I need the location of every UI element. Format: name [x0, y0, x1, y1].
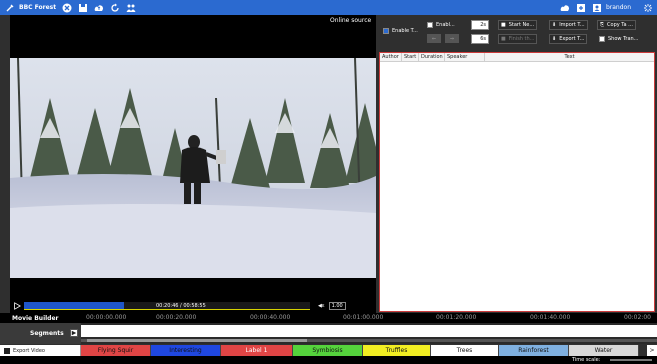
time-tick: 00:02:00: [624, 314, 651, 321]
label-tag[interactable]: Water: [569, 345, 639, 356]
column-start[interactable]: Start: [402, 53, 419, 61]
label-tag[interactable]: Label 1: [221, 345, 293, 356]
playback-rate[interactable]: 1.00: [328, 302, 346, 310]
people-icon[interactable]: [126, 3, 136, 13]
copy-button[interactable]: ⎘ Copy Ta ...: [597, 20, 636, 30]
refresh-icon[interactable]: [110, 3, 120, 13]
cloud-upload-icon[interactable]: [94, 3, 104, 13]
save-icon[interactable]: [78, 3, 88, 13]
transcript-panel: Enable T... Enabl... 2s ⇐ ⇒ 6s ■ Start N…: [377, 15, 657, 313]
play-icon: [14, 302, 21, 310]
time-tick: 00:00:00.000: [86, 314, 127, 321]
brand: BBC Forest: [5, 3, 56, 13]
label-tag[interactable]: Flying Squir: [81, 345, 151, 356]
finish-button[interactable]: ■ Finish th...: [498, 34, 538, 44]
label-tag[interactable]: Trees: [431, 345, 499, 356]
timeline-scrollbar[interactable]: [81, 339, 657, 342]
tool-icon[interactable]: [5, 3, 15, 13]
movie-builder-title: Movie Builder: [12, 314, 59, 322]
export-button[interactable]: ⬇ Export T...: [549, 34, 588, 44]
cloud-icon[interactable]: [560, 3, 570, 13]
transcript-table[interactable]: Author Start Duration Speaker Text: [379, 52, 655, 312]
column-author[interactable]: Author: [380, 53, 402, 61]
column-text[interactable]: Text: [485, 53, 654, 61]
back-button[interactable]: ⇐: [427, 34, 441, 43]
time-tick: 00:01:40.000: [530, 314, 571, 321]
time-scale-slider[interactable]: [610, 359, 652, 361]
play-button[interactable]: [12, 301, 22, 311]
checkbox-icon: [383, 28, 389, 34]
enable-auto-checkbox[interactable]: Enabl...: [425, 20, 457, 30]
video-frame[interactable]: [10, 58, 376, 278]
label-tag[interactable]: Interesting: [151, 345, 221, 356]
column-duration[interactable]: Duration: [419, 53, 445, 61]
copy-icon: ⎘: [600, 22, 605, 28]
export-video-icon: [4, 347, 10, 354]
import-icon: ⬇: [552, 22, 557, 28]
settings-icon[interactable]: [643, 3, 653, 13]
show-transcript-checkbox[interactable]: Show Tran...: [597, 34, 641, 44]
bottom-bar: Time scale:: [0, 356, 657, 364]
enable-transcript-checkbox[interactable]: Enable T...: [381, 25, 420, 37]
app-window: BBC Forest brandon Online source 00:20:4…: [0, 0, 657, 364]
segments-track[interactable]: [81, 325, 657, 337]
speech-icon: ■: [501, 22, 506, 28]
transcript-toolbar: Enable T... Enabl... 2s ⇐ ⇒ 6s ■ Start N…: [377, 15, 657, 49]
column-speaker[interactable]: Speaker: [445, 53, 485, 61]
playback-controls: 00:20:46 / 00:58:55 ◀ε 1.00: [10, 300, 376, 312]
export-icon: ⬇: [552, 36, 557, 42]
user-name[interactable]: brandon: [606, 4, 631, 11]
transcript-table-header: Author Start Duration Speaker Text: [380, 53, 654, 62]
finish-icon: ■: [501, 36, 506, 42]
play-icon: [71, 330, 77, 336]
top-bar: BBC Forest brandon: [0, 0, 657, 15]
time-tick: 00:01:00.000: [343, 314, 384, 321]
forward-button[interactable]: ⇒: [445, 34, 459, 43]
close-icon[interactable]: [62, 3, 72, 13]
label-list: Flying Squir Interesting Label 1 Symbiosis T…: [81, 345, 647, 356]
time-scale-label: Time scale:: [572, 357, 601, 363]
volume-icon[interactable]: ◀ε: [318, 303, 325, 309]
time-display: 00:20:46 / 00:58:55: [156, 303, 206, 309]
time-tick: 00:01:20.000: [436, 314, 477, 321]
labels-next-arrow[interactable]: >: [647, 345, 657, 356]
time-tick: 00:00:20.000: [156, 314, 197, 321]
labels-bar: Export Video Flying Squir Interesting Labe…: [0, 345, 657, 356]
time-tick: 00:00:40.000: [250, 314, 291, 321]
plus-icon[interactable]: [576, 3, 586, 13]
progress-fill: [24, 302, 125, 309]
label-tag[interactable]: Truffles: [363, 345, 431, 356]
source-label: Online source: [330, 17, 372, 24]
segments-row: Segments: [0, 323, 657, 344]
spinner-bottom[interactable]: 6s: [471, 34, 489, 44]
user-icon[interactable]: [592, 3, 602, 13]
segments-play-button[interactable]: [70, 329, 78, 337]
movie-builder-header: Movie Builder 00:00:00.000 00:00:20.000 …: [0, 313, 657, 323]
label-tag[interactable]: Rainforest: [499, 345, 569, 356]
checkbox-icon: [599, 36, 605, 42]
video-player[interactable]: [10, 15, 376, 313]
checkbox-icon: [427, 22, 433, 28]
label-tag[interactable]: Symbiosis: [293, 345, 363, 356]
topbar-right: brandon: [554, 0, 653, 15]
segments-label: Segments: [0, 323, 81, 344]
app-name: BBC Forest: [19, 4, 57, 11]
progress-bar[interactable]: 00:20:46 / 00:58:55: [24, 302, 310, 310]
export-video-button[interactable]: Export Video: [0, 345, 81, 356]
start-new-button[interactable]: ■ Start Ne...: [498, 20, 538, 30]
spinner-top[interactable]: 2s: [471, 20, 489, 30]
import-button[interactable]: ⬇ Import T...: [549, 20, 588, 30]
timeline-scroll-thumb[interactable]: [87, 339, 307, 342]
